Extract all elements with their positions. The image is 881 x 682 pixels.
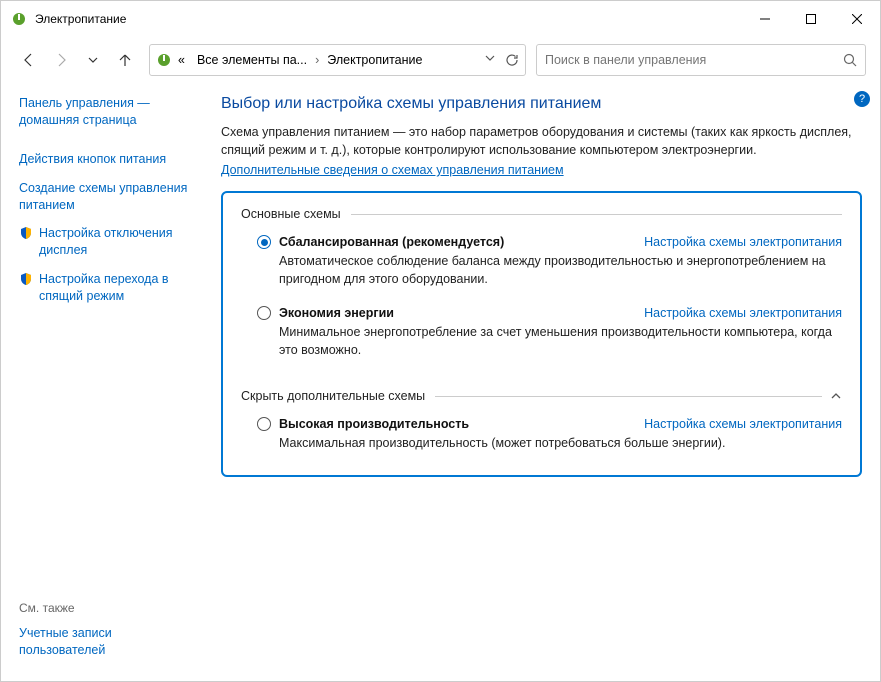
plan-name[interactable]: Высокая производительность <box>279 417 469 431</box>
address-bar[interactable]: « Все элементы па... › Электропитание <box>149 44 526 76</box>
additional-plans-label: Скрыть дополнительные схемы <box>241 389 842 403</box>
address-dropdown-icon[interactable] <box>485 53 495 67</box>
window-title: Электропитание <box>35 12 742 26</box>
search-input[interactable] <box>545 53 843 67</box>
titlebar: Электропитание <box>1 1 880 37</box>
plan-description: Автоматическое соблюдение баланса между … <box>279 253 842 288</box>
shield-icon <box>19 272 33 305</box>
sidebar-item-label: Настройка перехода в спящий режим <box>39 271 199 305</box>
refresh-button[interactable] <box>505 53 519 67</box>
minimize-button[interactable] <box>742 1 788 37</box>
power-plans-group: Основные схемы Сбалансированная (рекомен… <box>221 191 862 477</box>
preferred-plans-label: Основные схемы <box>241 207 842 221</box>
plan-description: Минимальное энергопотребление за счет ум… <box>279 324 842 359</box>
recent-dropdown[interactable] <box>79 46 107 74</box>
chevron-right-icon[interactable]: › <box>313 53 321 67</box>
sidebar-item-label: Настройка отключения дисплея <box>39 225 199 259</box>
sidebar-item-create-plan[interactable]: Создание схемы управления питанием <box>19 180 199 214</box>
change-plan-settings-link[interactable]: Настройка схемы электропитания <box>644 417 842 431</box>
change-plan-settings-link[interactable]: Настройка схемы электропитания <box>644 306 842 320</box>
search-box[interactable] <box>536 44 866 76</box>
power-options-icon <box>11 11 27 27</box>
page-heading: Выбор или настройка схемы управления пит… <box>221 95 862 113</box>
breadcrumb-prefix[interactable]: « <box>172 53 191 67</box>
breadcrumb-current[interactable]: Электропитание <box>321 53 428 67</box>
close-button[interactable] <box>834 1 880 37</box>
shield-icon <box>19 226 33 259</box>
sidebar-item-buttons[interactable]: Действия кнопок питания <box>19 151 199 168</box>
back-button[interactable] <box>15 46 43 74</box>
plan-saver-radio[interactable] <box>257 306 271 320</box>
plan-balanced: Сбалансированная (рекомендуется) Настрой… <box>241 231 842 302</box>
plan-description: Максимальная производительность (может п… <box>279 435 842 453</box>
plan-name[interactable]: Сбалансированная (рекомендуется) <box>279 235 504 249</box>
help-button[interactable]: ? <box>854 91 870 107</box>
up-button[interactable] <box>111 46 139 74</box>
forward-button[interactable] <box>47 46 75 74</box>
sidebar: Панель управления — домашняя страница Де… <box>19 95 209 671</box>
main-content: Выбор или настройка схемы управления пит… <box>209 95 862 671</box>
change-plan-settings-link[interactable]: Настройка схемы электропитания <box>644 235 842 249</box>
see-also-section: См. также Учетные записи пользователей <box>19 601 199 671</box>
plan-power-saver: Экономия энергии Настройка схемы электро… <box>241 302 842 373</box>
toolbar: « Все элементы па... › Электропитание <box>1 37 880 83</box>
power-options-icon <box>156 52 172 68</box>
user-accounts-link[interactable]: Учетные записи пользователей <box>19 625 199 659</box>
see-also-label: См. также <box>19 601 199 615</box>
maximize-button[interactable] <box>788 1 834 37</box>
control-panel-home-link[interactable]: Панель управления — домашняя страница <box>19 95 199 129</box>
plan-high-radio[interactable] <box>257 417 271 431</box>
collapse-toggle[interactable] <box>830 390 842 402</box>
plan-name[interactable]: Экономия энергии <box>279 306 394 320</box>
search-icon[interactable] <box>843 53 857 67</box>
plan-high-performance: Высокая производительность Настройка схе… <box>241 413 842 457</box>
intro-text: Схема управления питанием — это набор па… <box>221 123 862 159</box>
learn-more-link[interactable]: Дополнительные сведения о схемах управле… <box>221 163 564 177</box>
breadcrumb-parent[interactable]: Все элементы па... <box>191 53 313 67</box>
plan-balanced-radio[interactable] <box>257 235 271 249</box>
sidebar-item-sleep[interactable]: Настройка перехода в спящий режим <box>19 271 199 305</box>
sidebar-item-display-off[interactable]: Настройка отключения дисплея <box>19 225 199 259</box>
